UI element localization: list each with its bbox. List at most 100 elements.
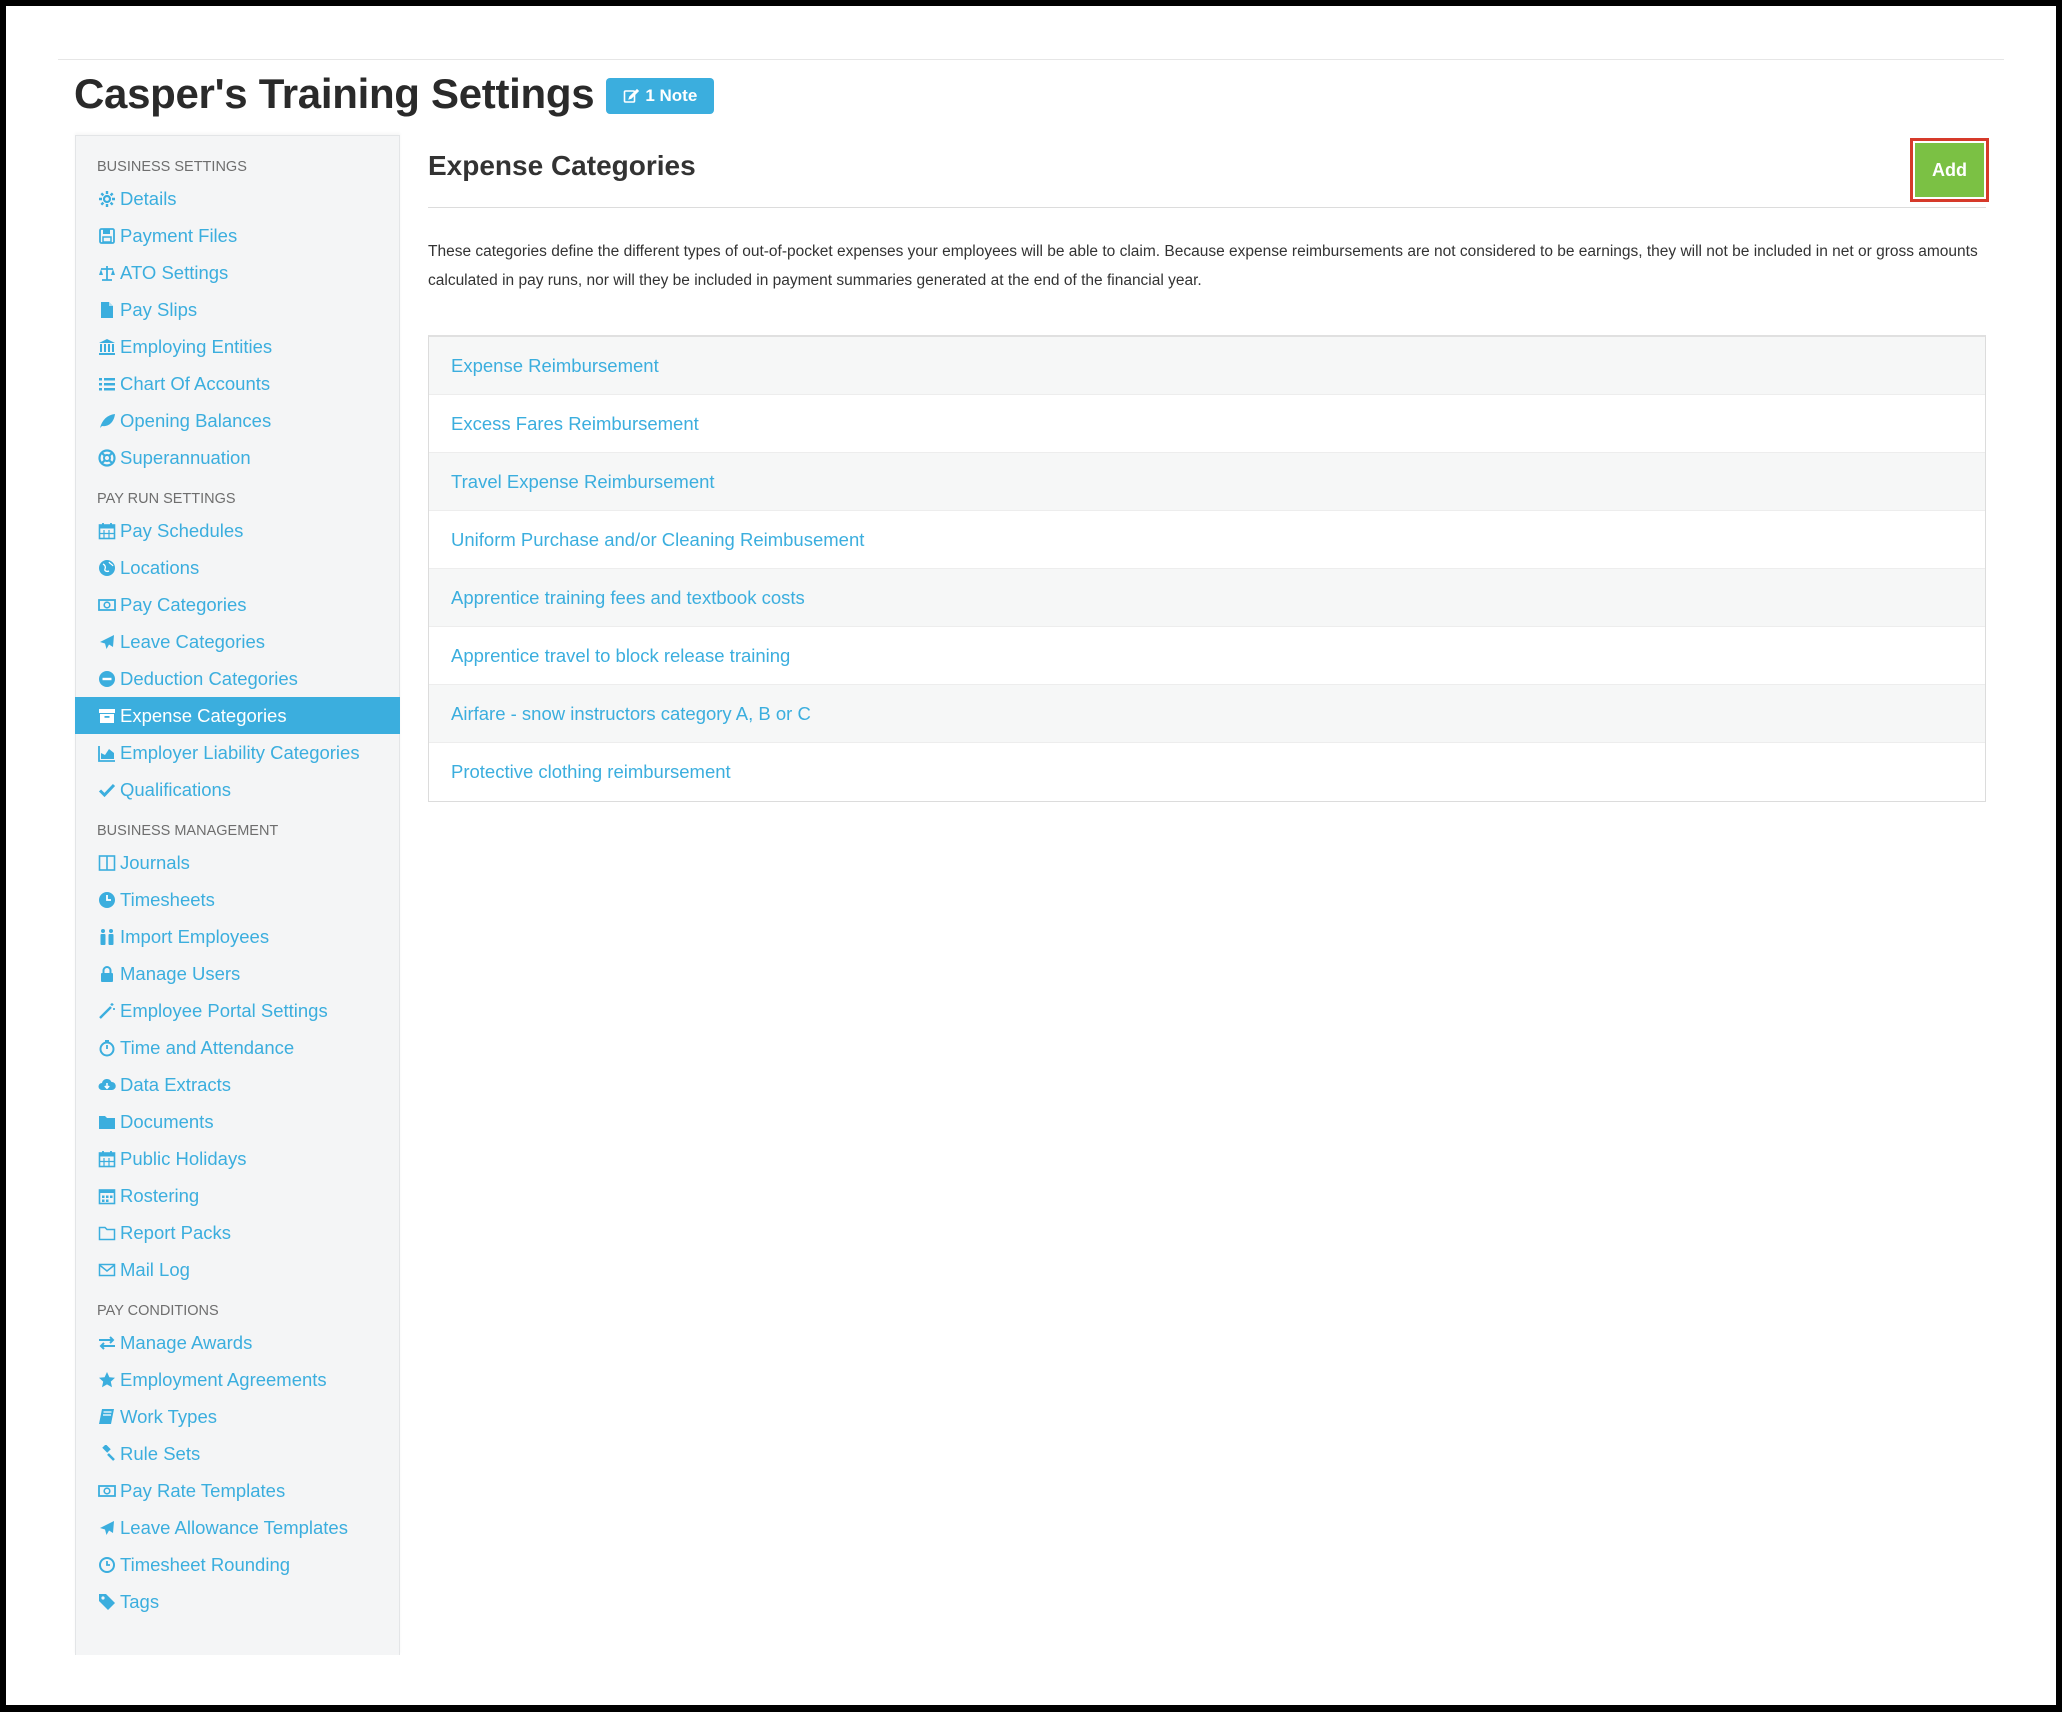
sidebar-group: BUSINESS MANAGEMENT Journals Timesheets Imp… [76, 818, 399, 1288]
sidebar-item-pay-slips[interactable]: Pay Slips [76, 291, 399, 328]
lock-icon [101, 965, 113, 982]
bank-icon [99, 338, 115, 355]
table-row[interactable]: Excess Fares Reimbursement [429, 395, 1985, 453]
sidebar-item-tags[interactable]: Tags [76, 1583, 399, 1620]
sidebar-item-label: Pay Categories [120, 593, 247, 615]
sidebar-item-label: Report Packs [120, 1221, 232, 1243]
leaf-icon [97, 411, 117, 431]
category-link[interactable]: Apprentice training fees and textbook co… [451, 587, 805, 609]
sidebar-item-leave-allowance-templates[interactable]: Leave Allowance Templates [76, 1509, 399, 1546]
category-link[interactable]: Travel Expense Reimbursement [451, 471, 715, 493]
sidebar-item-pay-rate-templates[interactable]: Pay Rate Templates [76, 1472, 399, 1509]
envelope-icon [98, 1263, 116, 1276]
scale-icon [97, 263, 117, 283]
category-link[interactable]: Expense Reimbursement [451, 355, 659, 377]
section-description: These categories define the different ty… [428, 243, 1978, 289]
tag-icon [99, 1593, 115, 1610]
table-row[interactable]: Apprentice training fees and textbook co… [429, 569, 1985, 627]
money-icon [97, 1481, 117, 1501]
sidebar-item-data-extracts[interactable]: Data Extracts [76, 1066, 399, 1103]
sidebar-item-journals[interactable]: Journals [76, 844, 399, 881]
sidebar-item-manage-awards[interactable]: Manage Awards [76, 1324, 399, 1361]
sidebar-item-mail-log[interactable]: Mail Log [76, 1251, 399, 1288]
sidebar-item-label: Manage Users [120, 962, 241, 984]
table-row[interactable]: Protective clothing reimbursement [429, 743, 1985, 801]
category-link[interactable]: Airfare - snow instructors category A, B… [451, 703, 811, 725]
sidebar-item-employing-entities[interactable]: Employing Entities [76, 328, 399, 365]
sidebar-item-employee-portal-settings[interactable]: Employee Portal Settings [76, 992, 399, 1029]
sidebar-item-chart-of-accounts[interactable]: Chart Of Accounts [76, 365, 399, 402]
sidebar-item-timesheets[interactable]: Timesheets [76, 881, 399, 918]
sidebar-item-label: Leave Categories [120, 630, 266, 652]
sidebar-item-label: Superannuation [120, 446, 251, 468]
category-link[interactable]: Excess Fares Reimbursement [451, 413, 699, 435]
sidebar-item-work-types[interactable]: Work Types [76, 1398, 399, 1435]
sidebar-heading: BUSINESS SETTINGS [97, 159, 247, 175]
sidebar-item-label: Employer Liability Categories [120, 741, 360, 763]
sidebar-item-label: Deduction Categories [120, 667, 298, 689]
sidebar-item-locations[interactable]: Locations [76, 549, 399, 586]
star-icon [97, 1370, 117, 1390]
envelope-icon [97, 1260, 117, 1280]
sidebar-item-details[interactable]: Details [76, 180, 399, 217]
category-link[interactable]: Protective clothing reimbursement [451, 761, 731, 783]
sidebar-item-label: Rostering [120, 1184, 200, 1206]
sidebar-item-pay-categories[interactable]: Pay Categories [76, 586, 399, 623]
sidebar-item-pay-schedules[interactable]: Pay Schedules [76, 512, 399, 549]
star-icon [99, 1371, 115, 1387]
sidebar-item-employer-liability-categories[interactable]: Employer Liability Categories [76, 734, 399, 771]
gavel-icon [97, 1444, 117, 1464]
sidebar-item-opening-balances[interactable]: Opening Balances [76, 402, 399, 439]
sidebar-group: BUSINESS SETTINGS Details Payment Files ATO… [76, 154, 399, 476]
notes-button[interactable]: 1 Note [606, 78, 715, 114]
sidebar-item-report-packs[interactable]: Report Packs [76, 1214, 399, 1251]
sidebar-item-employment-agreements[interactable]: Employment Agreements [76, 1361, 399, 1398]
add-button[interactable]: Add [1910, 138, 1989, 202]
sidebar-item-deduction-categories[interactable]: Deduction Categories [76, 660, 399, 697]
globe-icon [97, 558, 117, 578]
sidebar-item-ato-settings[interactable]: ATO Settings [76, 254, 399, 291]
calendar-grid-icon [97, 1186, 117, 1206]
exchange-icon [97, 1333, 117, 1353]
sidebar-item-label: Pay Slips [120, 298, 198, 320]
sidebar-item-label: Rule Sets [120, 1442, 201, 1464]
sidebar-item-public-holidays[interactable]: Public Holidays [76, 1140, 399, 1177]
sidebar-item-qualifications[interactable]: Qualifications [76, 771, 399, 808]
calendar-icon [97, 1149, 117, 1169]
table-row[interactable]: Apprentice travel to block release train… [429, 627, 1985, 685]
category-link[interactable]: Uniform Purchase and/or Cleaning Reimbus… [451, 529, 864, 551]
wand-icon [99, 1002, 115, 1019]
sidebar-item-label: Import Employees [120, 925, 270, 947]
archive-icon [99, 708, 115, 723]
sidebar-item-payment-files[interactable]: Payment Files [76, 217, 399, 254]
sidebar-item-label: Qualifications [120, 778, 232, 800]
sidebar-item-leave-categories[interactable]: Leave Categories [76, 623, 399, 660]
table-row[interactable]: Travel Expense Reimbursement [429, 453, 1985, 511]
sidebar-item-rostering[interactable]: Rostering [76, 1177, 399, 1214]
columns-icon [97, 853, 117, 873]
area-chart-icon [98, 745, 115, 762]
table-row[interactable]: Expense Reimbursement [429, 337, 1985, 395]
sidebar-group: PAY RUN SETTINGS Pay Schedules Locations Pa… [75, 486, 400, 808]
book-icon [99, 1408, 114, 1424]
sidebar-item-label: Payment Files [120, 224, 238, 246]
sidebar-item-import-employees[interactable]: Import Employees [76, 918, 399, 955]
category-link[interactable]: Apprentice travel to block release train… [451, 645, 790, 667]
archive-icon [97, 706, 117, 726]
sidebar-item-timesheet-rounding[interactable]: Timesheet Rounding [76, 1546, 399, 1583]
sidebar-item-label: Data Extracts [120, 1073, 232, 1095]
folder-icon [97, 1112, 117, 1132]
sidebar-item-superannuation[interactable]: Superannuation [76, 439, 399, 476]
table-row[interactable]: Uniform Purchase and/or Cleaning Reimbus… [429, 511, 1985, 569]
lifebuoy-icon [97, 448, 117, 468]
sidebar-item-documents[interactable]: Documents [76, 1103, 399, 1140]
sidebar-item-expense-categories[interactable]: Expense Categories [75, 697, 400, 734]
leaf-icon [100, 413, 115, 428]
sidebar-item-time-and-attendance[interactable]: Time and Attendance [76, 1029, 399, 1066]
floppy-icon [97, 226, 117, 246]
sidebar-item-rule-sets[interactable]: Rule Sets [76, 1435, 399, 1472]
gear-icon [97, 189, 117, 209]
sidebar-item-manage-users[interactable]: Manage Users [76, 955, 399, 992]
exchange-icon [99, 1335, 115, 1350]
table-row[interactable]: Airfare - snow instructors category A, B… [429, 685, 1985, 743]
